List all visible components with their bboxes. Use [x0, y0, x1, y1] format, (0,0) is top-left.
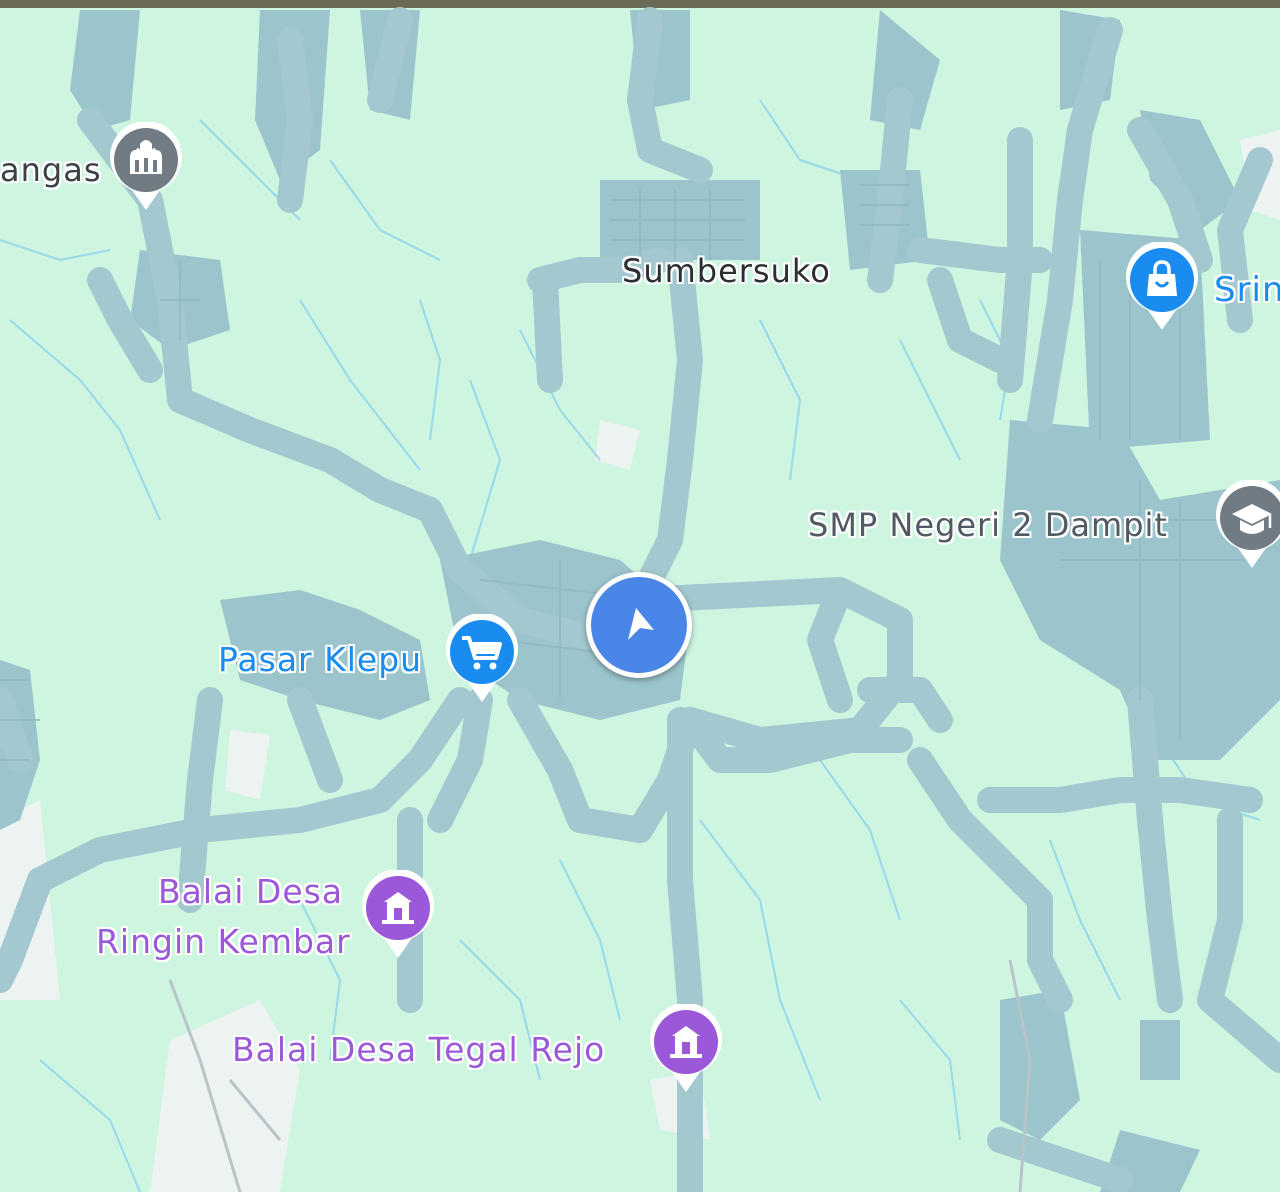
- place-label-smp-negeri-2-dampit[interactable]: SMP Negeri 2 Dampit: [808, 506, 1168, 544]
- village-hall-pin-ringin-kembar[interactable]: [360, 868, 436, 960]
- place-label-pasar-klepu[interactable]: Pasar Klepu: [218, 640, 422, 679]
- market-pin[interactable]: [444, 612, 520, 704]
- temple-pin[interactable]: [108, 120, 184, 212]
- place-label-balai-desa-ringin-kembar-line1[interactable]: Balai Desa: [158, 872, 343, 911]
- shopping-bag-icon: [1126, 240, 1198, 330]
- current-location-marker[interactable]: [586, 572, 692, 678]
- navigation-arrow-icon: [628, 608, 654, 640]
- government-building-icon: [362, 868, 434, 958]
- place-label-langas[interactable]: angas: [0, 151, 101, 189]
- temple-icon: [110, 120, 182, 210]
- shopping-cart-icon: [446, 612, 518, 702]
- place-label-sumbersuko[interactable]: Sumbersuko: [622, 252, 831, 290]
- place-label-srin[interactable]: Srin: [1214, 270, 1280, 310]
- shopping-pin[interactable]: [1124, 240, 1200, 332]
- school-pin[interactable]: [1214, 478, 1280, 570]
- map-view[interactable]: angas Sumbersuko Srin SMP Negeri 2 Dampi…: [0, 0, 1280, 1192]
- government-building-icon: [650, 1002, 722, 1092]
- place-label-balai-desa-tegal-rejo[interactable]: Balai Desa Tegal Rejo: [232, 1030, 605, 1069]
- graduation-cap-icon: [1216, 478, 1280, 568]
- place-label-balai-desa-ringin-kembar-line2[interactable]: Ringin Kembar: [96, 922, 351, 961]
- village-hall-pin-tegal-rejo[interactable]: [648, 1002, 724, 1094]
